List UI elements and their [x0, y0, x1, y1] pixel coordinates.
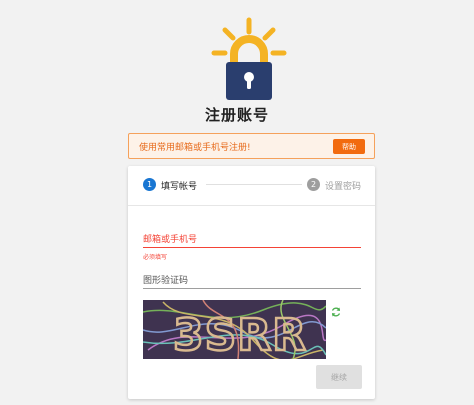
help-button[interactable]: 帮助	[333, 139, 365, 154]
continue-button[interactable]: 继续	[316, 365, 362, 389]
captcha-image: 3SRR	[143, 300, 326, 359]
step-2-label: 设置密码	[325, 182, 362, 192]
captcha-text: 3SRR	[173, 310, 307, 359]
step-1-label: 填写帐号	[161, 182, 198, 192]
refresh-icon[interactable]	[330, 306, 342, 318]
step-2-circle: 2	[307, 178, 320, 191]
padlock-logo-icon	[211, 17, 287, 100]
stepper: 1 填写帐号 2 设置密码	[128, 166, 375, 206]
email-or-phone-input[interactable]: 邮箱或手机号	[143, 232, 361, 248]
step-1-circle: 1	[143, 178, 156, 191]
notice-banner: 使用常用邮箱或手机号注册! 帮助	[128, 133, 375, 159]
captcha-input[interactable]: 图形验证码	[143, 273, 361, 289]
email-helper-text: 必须填写	[143, 254, 168, 261]
notice-text: 使用常用邮箱或手机号注册!	[139, 142, 251, 153]
register-card: 1 填写帐号 2 设置密码 邮箱或手机号 必须填写 图形验证码 3SRR 继续	[128, 166, 375, 399]
step-connector	[206, 184, 302, 185]
page-title: 注册账号	[204, 106, 269, 124]
